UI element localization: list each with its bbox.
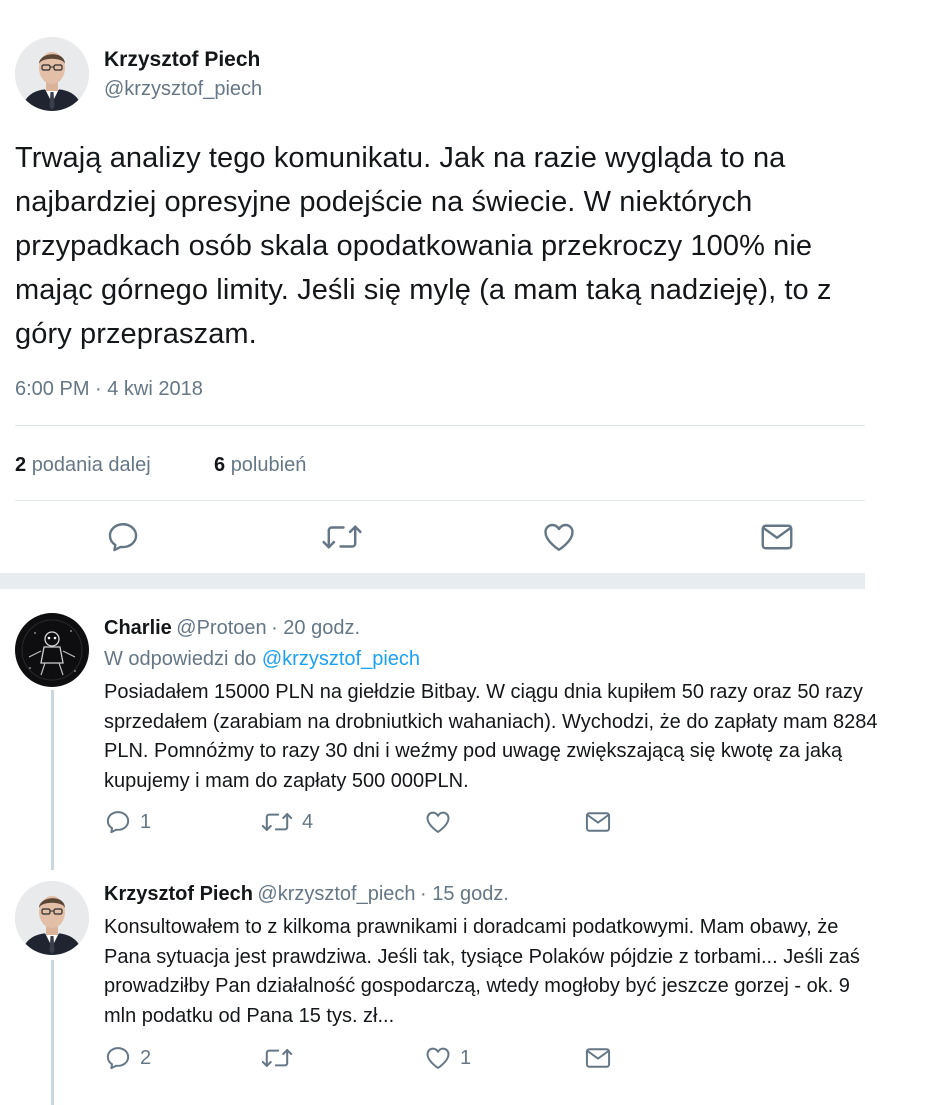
heart-icon [426, 811, 450, 833]
reply-header: Charlie @Protoen · 20 godz. [104, 617, 360, 640]
reply-text: Posiadałem 15000 PLN na giełdzie Bitbay.… [104, 681, 878, 792]
reply-icon [106, 811, 130, 834]
reply-header: Krzysztof Piech @krzysztof_piech · 15 go… [104, 883, 509, 906]
reply-author-handle[interactable]: @krzysztof_piech [257, 883, 415, 905]
direct-message-button[interactable] [584, 808, 612, 836]
reply-icon [106, 1047, 130, 1070]
envelope-icon [585, 1048, 611, 1068]
author-handle[interactable]: @krzysztof_piech [104, 78, 262, 101]
reply-button[interactable]: 2 [104, 1044, 151, 1072]
reply-avatar[interactable] [15, 613, 89, 687]
heart-icon [426, 1047, 450, 1069]
retweet-icon [261, 813, 293, 831]
reply-time[interactable]: · 20 godz. [271, 617, 360, 639]
reply-author-name[interactable]: Krzysztof Piech [104, 883, 253, 905]
reply-button[interactable]: 1 [104, 808, 151, 836]
retweets-label: podania dalej [31, 454, 151, 476]
like-button[interactable] [540, 519, 578, 555]
like-button[interactable]: 1 [424, 1044, 471, 1072]
author-avatar[interactable] [15, 37, 89, 111]
heart-icon [544, 523, 574, 551]
reply-text: Konsultowałem to z kilkoma prawnikami i … [104, 916, 860, 1027]
retweet-button[interactable] [260, 1044, 302, 1072]
retweet-count: 4 [302, 811, 314, 833]
in-reply-handle-link[interactable]: @krzysztof_piech [262, 648, 420, 670]
reply-time[interactable]: · 15 godz. [420, 883, 509, 905]
reply-count: 1 [140, 811, 152, 833]
reply-button[interactable] [105, 519, 141, 555]
reply-author-handle[interactable]: @Protoen [176, 617, 266, 639]
retweet-icon [261, 1049, 293, 1067]
likes-stat[interactable]: 6 polubień [214, 454, 306, 477]
reply-avatar[interactable] [15, 881, 89, 955]
person-avatar-icon [15, 881, 89, 955]
section-separator [0, 573, 865, 589]
in-reply-prefix: W odpowiedzi do [104, 648, 257, 670]
in-reply-to: W odpowiedzi do @krzysztof_piech [104, 648, 420, 671]
retweet-button[interactable]: 4 [260, 808, 313, 836]
likes-label: polubień [230, 454, 307, 476]
divider [15, 425, 865, 426]
direct-message-button[interactable] [584, 1044, 612, 1072]
envelope-icon [585, 812, 611, 832]
thread-line [51, 960, 54, 1105]
tweet-timestamp[interactable]: 6:00 PM · 4 kwi 2018 [15, 378, 203, 401]
reply-author-name[interactable]: Charlie [104, 617, 172, 639]
author-name[interactable]: Krzysztof Piech [104, 48, 260, 72]
thread-line [51, 690, 54, 870]
reply-icon [108, 523, 138, 552]
divider [15, 500, 865, 501]
retweets-count: 2 [15, 454, 27, 476]
like-button[interactable] [424, 808, 460, 836]
envelope-icon [761, 524, 793, 550]
likes-count: 6 [214, 454, 226, 476]
robot-avatar-icon [15, 613, 89, 687]
retweet-button[interactable] [320, 519, 364, 555]
direct-message-button[interactable] [758, 519, 796, 555]
retweets-stat[interactable]: 2 podania dalej [15, 454, 151, 477]
reply-count: 2 [140, 1047, 152, 1069]
top-thread-stub [50, 0, 52, 30]
person-avatar-icon [15, 37, 89, 111]
like-count: 1 [460, 1047, 472, 1069]
retweet-icon [322, 525, 362, 549]
tweet-text: Trwają analizy tego komunikatu. Jak na r… [15, 142, 832, 350]
